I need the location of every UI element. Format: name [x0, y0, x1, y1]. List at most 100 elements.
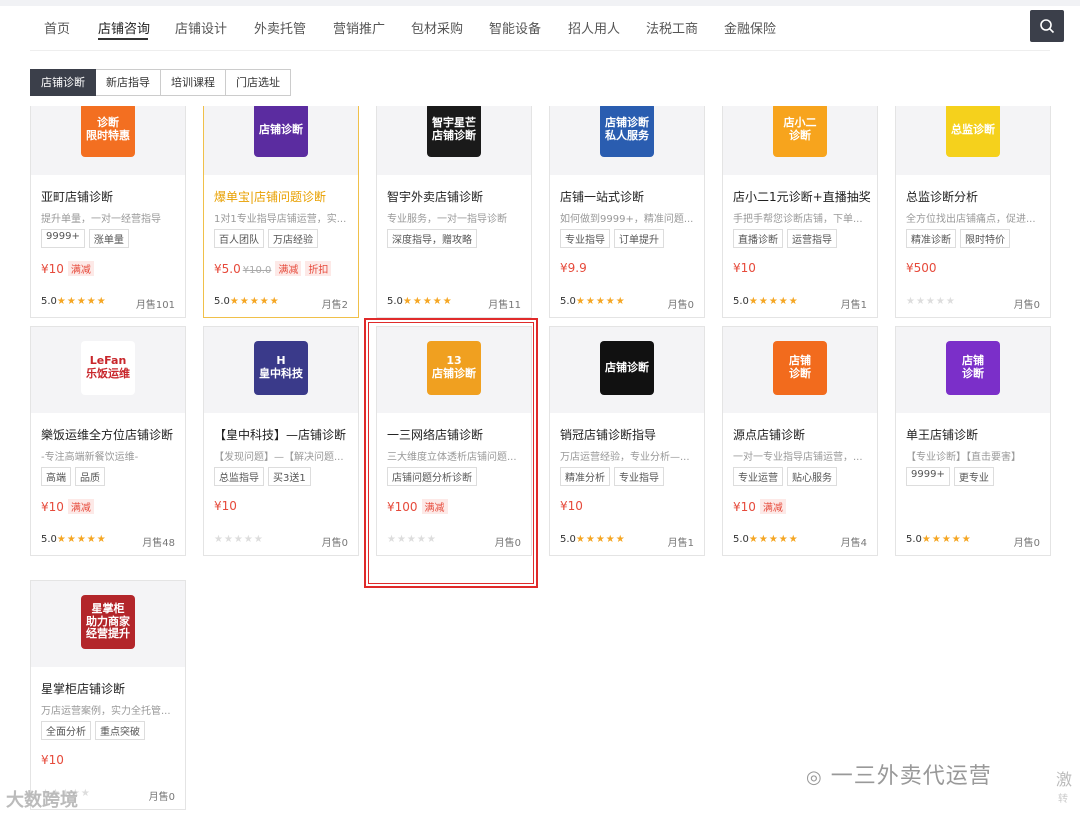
service-card[interactable]: 店小二 诊断 店小二1元诊断+直播抽奖 手把手帮您诊断店铺，下单... 直播诊断 运营指…: [722, 106, 878, 318]
card-logo: 店铺 诊断: [946, 341, 1000, 395]
card-title[interactable]: 源点店铺诊断: [733, 426, 873, 443]
card-title[interactable]: 爆单宝|店铺问题诊断: [214, 188, 354, 205]
tab-training[interactable]: 培训课程: [161, 69, 226, 96]
rating-value: 5.0: [560, 296, 576, 307]
nav-item-delivery-hosting[interactable]: 外卖托管: [254, 18, 306, 37]
card-price: ¥10 满减: [733, 499, 786, 514]
tab-new-store-guide[interactable]: 新店指导: [96, 69, 161, 96]
card-tags: 直播诊断 运营指导: [733, 229, 837, 248]
service-card[interactable]: 总监诊断 总监诊断分析 全方位找出店铺痛点，促进... 精准诊断 限时特价 ¥500 ★★★…: [895, 106, 1051, 318]
card-monthly-sales: 月售1: [667, 538, 694, 549]
card-monthly-sales: 月售0: [148, 792, 175, 803]
card-tags: 专业运营 贴心服务: [733, 467, 837, 486]
promo-badge: 满减: [275, 261, 302, 276]
sub-tabs: 店铺诊断 新店指导 培训课程 门店选址: [30, 69, 291, 96]
star-rating-icon: ★★★★★: [56, 296, 107, 307]
card-tag: 高端: [41, 467, 71, 486]
rating-value: 5.0: [41, 296, 57, 307]
card-monthly-sales: 月售0: [667, 300, 694, 311]
card-tags: 专业指导 订单提升: [560, 229, 664, 248]
card-description: 如何做到9999+，精准问题...: [560, 214, 694, 225]
card-tag: 重点突破: [95, 721, 145, 740]
card-logo: LeFan 乐饭运维: [81, 341, 135, 395]
card-price: ¥5.0 ¥10.0 满减 折扣: [214, 261, 332, 276]
price-value: ¥10: [41, 500, 64, 514]
service-card[interactable]: 店铺诊断 爆单宝|店铺问题诊断 1对1专业指导店铺运营，实... 百人团队 万店经验 ¥5…: [203, 106, 359, 318]
search-button[interactable]: [1030, 10, 1064, 42]
card-tag: 限时特价: [960, 229, 1010, 248]
card-title[interactable]: 总监诊断分析: [906, 188, 1046, 205]
card-thumbnail: LeFan 乐饭运维: [31, 327, 185, 413]
service-card[interactable]: H 皇中科技 【皇中科技】—店铺诊断 【发现问题】—【解决问题... 总监指导 买3送1…: [203, 326, 359, 556]
card-tag: 万店经验: [268, 229, 318, 248]
card-price: ¥500: [906, 261, 937, 275]
card-monthly-sales: 月售11: [488, 300, 521, 311]
price-value: ¥10: [214, 499, 237, 513]
rating-value: 5.0: [733, 296, 749, 307]
card-monthly-sales: 月售0: [1013, 538, 1040, 549]
card-title[interactable]: 单王店铺诊断: [906, 426, 1046, 443]
star-rating-icon: ★★★★★: [575, 296, 626, 307]
card-title[interactable]: 【皇中科技】—店铺诊断: [214, 426, 354, 443]
card-description: 1对1专业指导店铺运营，实...: [214, 214, 347, 225]
service-card[interactable]: 智宇星芒 店铺诊断 智宇外卖店铺诊断 专业服务，一对一指导诊断 深度指导，赠攻略 5.0…: [376, 106, 532, 318]
card-monthly-sales: 月售101: [135, 300, 175, 311]
card-price: ¥9.9: [560, 261, 587, 275]
nav-item-legal-tax[interactable]: 法税工商: [646, 18, 698, 37]
card-tag: 总监指导: [214, 467, 264, 486]
card-price: ¥10 满减: [41, 261, 94, 276]
card-title[interactable]: 店铺一站式诊断: [560, 188, 700, 205]
card-tag: 精准分析: [560, 467, 610, 486]
card-logo: 店铺诊断: [600, 341, 654, 395]
card-tags: 9999+ 更专业: [906, 467, 994, 486]
card-title[interactable]: 樂饭运维全方位店铺诊断: [41, 426, 181, 443]
nav-item-hiring[interactable]: 招人用人: [568, 18, 620, 37]
watermark-side-b: 转: [1058, 794, 1068, 805]
card-thumbnail: 智宇星芒 店铺诊断: [377, 106, 531, 175]
card-thumbnail: 店铺诊断 私人服务: [550, 106, 704, 175]
nav-item-marketing[interactable]: 营销推广: [333, 18, 385, 37]
tab-store-diagnosis[interactable]: 店铺诊断: [30, 69, 96, 96]
card-description: 手把手帮您诊断店铺，下单...: [733, 214, 863, 225]
service-card[interactable]: 店铺诊断 销冠店铺诊断指导 万店运营经验，专业分析—... 精准分析 专业指导 ¥10 5.…: [549, 326, 705, 556]
card-thumbnail: 总监诊断: [896, 106, 1050, 175]
nav-item-store-consult[interactable]: 店铺咨询: [98, 18, 150, 37]
card-tag: 涨单量: [88, 229, 129, 248]
card-title[interactable]: 星掌柜店铺诊断: [41, 680, 181, 697]
card-tag: 9999+: [906, 467, 950, 486]
nav-item-packaging[interactable]: 包材采购: [411, 18, 463, 37]
card-rating: 5.0★★★★★: [387, 296, 453, 307]
card-rating: 5.0★★★★★: [733, 534, 799, 545]
service-card[interactable]: LeFan 乐饭运维 樂饭运维全方位店铺诊断 -专注高端新餐饮运维- 高端 品质 ¥10 满…: [30, 326, 186, 556]
star-rating-icon: ★★★★★: [56, 534, 107, 545]
card-tag: 更专业: [953, 467, 994, 486]
nav-item-store-design[interactable]: 店铺设计: [175, 18, 227, 37]
service-card[interactable]: 店铺诊断 私人服务店铺一站式诊断如何做到9999+，精准问题... 专业指导 订单提…: [549, 106, 705, 318]
price-value: ¥5.0: [214, 262, 241, 276]
service-card[interactable]: 诊断 限时特惠 亚町店铺诊断 提升单量，一对一经营指导 9999+ 涨单量 ¥10 满减 5.…: [30, 106, 186, 318]
promo-badge: 折扣: [305, 261, 332, 276]
card-tag: 订单提升: [614, 229, 664, 248]
card-monthly-sales: 月售1: [840, 300, 867, 311]
service-card[interactable]: 店铺 诊断 单王店铺诊断 【专业诊断】【直击要害】 9999+ 更专业 5.0★★★★★ 月…: [895, 326, 1051, 556]
price-value: ¥10: [41, 753, 64, 767]
star-rating-icon: ★★★★★: [748, 534, 799, 545]
card-thumbnail: 店铺诊断: [550, 327, 704, 413]
nav-item-finance[interactable]: 金融保险: [724, 18, 776, 37]
card-description: 一对一专业指导店铺运营，...: [733, 452, 863, 463]
tab-site-selection[interactable]: 门店选址: [226, 69, 291, 96]
card-title[interactable]: 智宇外卖店铺诊断: [387, 188, 527, 205]
nav-active-underline: [98, 38, 148, 40]
card-description: 【发现问题】—【解决问题...: [214, 452, 344, 463]
card-title[interactable]: 亚町店铺诊断: [41, 188, 181, 205]
card-description: -专注高端新餐饮运维-: [41, 452, 139, 463]
card-title[interactable]: 店小二1元诊断+直播抽奖: [733, 188, 873, 205]
card-logo: 店铺诊断: [254, 106, 308, 157]
star-rating-icon: ★★★★★: [748, 296, 799, 307]
service-card[interactable]: 星掌柜 助力商家经营提升 星掌柜店铺诊断 万店运营案例，实力全托管... 全面分析 重点…: [30, 580, 186, 810]
nav-item-home[interactable]: 首页: [44, 18, 70, 37]
nav-item-smart-devices[interactable]: 智能设备: [489, 18, 541, 37]
service-card[interactable]: 店铺 诊断 源点店铺诊断 一对一专业指导店铺运营，... 专业运营 贴心服务 ¥10 满减 5…: [722, 326, 878, 556]
card-description: 全方位找出店铺痛点，促进...: [906, 214, 1036, 225]
card-title[interactable]: 销冠店铺诊断指导: [560, 426, 700, 443]
